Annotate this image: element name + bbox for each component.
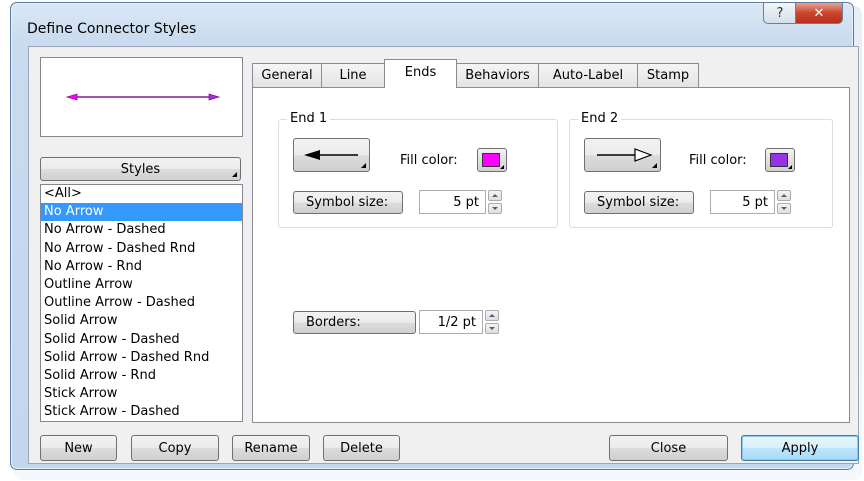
end2-fill-color-label: Fill color: xyxy=(689,153,747,168)
list-item[interactable]: Solid Arrow - Dashed Rnd xyxy=(41,349,242,367)
styles-list[interactable]: <All> No Arrow No Arrow - Dashed No Arrow -… xyxy=(40,184,243,422)
dialog-client: Styles <All> No Arrow No Arrow - Dashed No … xyxy=(28,46,859,464)
list-item[interactable]: Outline Arrow xyxy=(41,276,242,294)
end1-symbol-size-button[interactable]: Symbol size: xyxy=(293,191,403,214)
list-item[interactable]: <All> xyxy=(41,185,242,203)
tab-general[interactable]: General xyxy=(252,63,322,87)
delete-button[interactable]: Delete xyxy=(323,435,400,461)
help-button[interactable]: ? xyxy=(763,3,797,24)
tab-behaviors[interactable]: Behaviors xyxy=(456,63,539,87)
list-item[interactable]: No Arrow - Dashed Rnd xyxy=(41,240,242,258)
dropdown-corner-icon xyxy=(788,165,792,169)
list-item[interactable]: No Arrow - Rnd xyxy=(41,258,242,276)
spin-up-icon[interactable] xyxy=(777,190,791,201)
dialog-window: Define Connector Styles ? ✕ Styles <All>… xyxy=(10,2,859,470)
dropdown-corner-icon xyxy=(361,163,366,168)
list-item[interactable]: Solid Arrow - Rnd xyxy=(41,367,242,385)
close-button[interactable]: Close xyxy=(609,435,728,461)
list-item[interactable]: Solid Arrow - Dashed xyxy=(41,331,242,349)
list-item[interactable]: Solid Arrow xyxy=(41,312,242,330)
outline-arrow-right-icon xyxy=(596,148,653,162)
borders-spinner[interactable] xyxy=(485,310,499,334)
rename-button[interactable]: Rename xyxy=(232,435,310,461)
tab-ends[interactable]: Ends xyxy=(384,59,457,88)
preview-arrow-icon xyxy=(65,93,221,101)
spin-down-icon[interactable] xyxy=(488,203,502,214)
dialog-title: Define Connector Styles xyxy=(27,21,197,37)
copy-button[interactable]: Copy xyxy=(131,435,219,461)
spin-up-icon[interactable] xyxy=(488,190,502,201)
spin-down-icon[interactable] xyxy=(777,203,791,214)
styles-menu-button[interactable]: Styles xyxy=(40,157,241,181)
end1-symbol-size-label: Symbol size: xyxy=(306,195,389,210)
list-item[interactable]: No Arrow xyxy=(41,203,242,222)
end2-fill-color-button[interactable] xyxy=(765,148,795,172)
connector-preview xyxy=(40,57,243,137)
end2-group: End 2 Fill color: Symbol size: 5 pt xyxy=(569,111,833,228)
end1-fill-color-label: Fill color: xyxy=(400,153,458,168)
end1-symbol-size-spinner[interactable] xyxy=(488,190,502,214)
close-window-button[interactable]: ✕ xyxy=(795,3,843,24)
ends-panel: End 1 Fill color: Symbol size: 5 pt End … xyxy=(252,87,850,423)
end2-symbol-size-button[interactable]: Symbol size: xyxy=(584,191,694,214)
end2-arrow-button[interactable] xyxy=(584,138,661,172)
end1-arrow-button[interactable] xyxy=(293,138,370,172)
end2-label: End 2 xyxy=(578,111,622,126)
tab-auto-label[interactable]: Auto-Label xyxy=(538,63,638,87)
solid-arrow-left-icon xyxy=(303,150,358,160)
end1-fill-color-button[interactable] xyxy=(477,148,507,172)
tab-stamp[interactable]: Stamp xyxy=(637,63,699,87)
dropdown-corner-icon xyxy=(652,163,657,168)
end2-symbol-size-spinner[interactable] xyxy=(777,190,791,214)
dropdown-corner-icon xyxy=(232,172,237,177)
borders-label: Borders: xyxy=(306,315,361,330)
spin-down-icon[interactable] xyxy=(485,323,499,334)
apply-button[interactable]: Apply xyxy=(741,435,859,461)
list-item[interactable]: Stick Arrow - Dashed xyxy=(41,403,242,421)
end1-label: End 1 xyxy=(287,111,331,126)
dropdown-corner-icon xyxy=(500,165,504,169)
new-button[interactable]: New xyxy=(40,435,117,461)
end1-symbol-size-field[interactable]: 5 pt xyxy=(419,190,486,214)
spin-up-icon[interactable] xyxy=(485,310,499,321)
styles-menu-label: Styles xyxy=(120,161,161,177)
borders-button[interactable]: Borders: xyxy=(293,311,416,334)
borders-field[interactable]: 1/2 pt xyxy=(419,310,483,334)
tab-line[interactable]: Line xyxy=(321,63,385,87)
end2-symbol-size-field[interactable]: 5 pt xyxy=(710,190,775,214)
list-item[interactable]: Outline Arrow - Dashed xyxy=(41,294,242,312)
list-item[interactable]: No Arrow - Dashed xyxy=(41,221,242,239)
end1-color-chip xyxy=(482,153,500,167)
end2-color-chip xyxy=(770,153,788,167)
end2-symbol-size-label: Symbol size: xyxy=(597,195,680,210)
end1-group: End 1 Fill color: Symbol size: 5 pt xyxy=(278,111,558,228)
list-item[interactable]: Stick Arrow xyxy=(41,385,242,403)
